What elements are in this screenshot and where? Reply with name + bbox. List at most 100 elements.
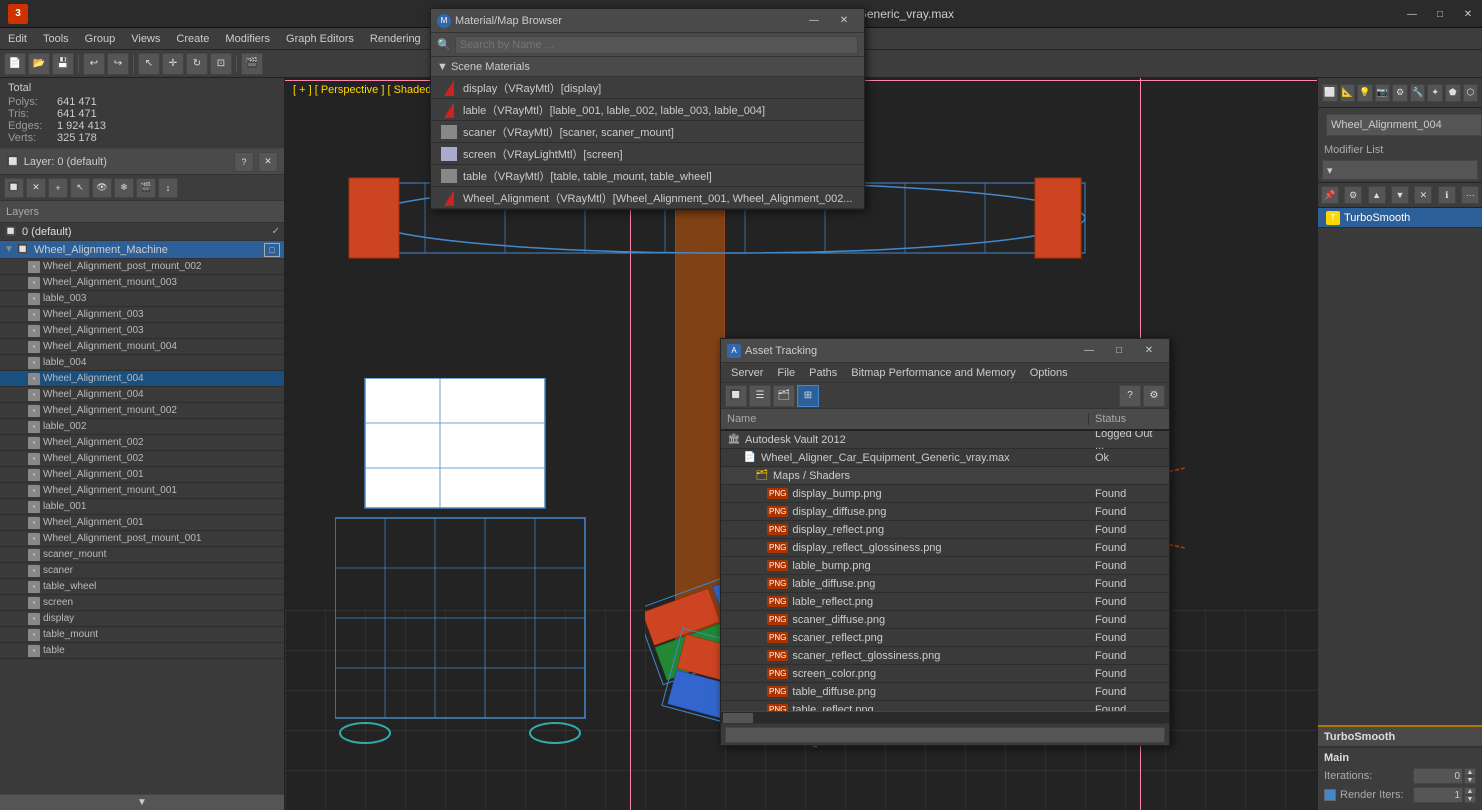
menu-graph-editors[interactable]: Graph Editors	[278, 31, 362, 47]
asset-row-file-9[interactable]: PNG scaner_reflect_glossiness.png Found	[721, 647, 1169, 665]
maximize-button[interactable]: □	[1426, 0, 1454, 28]
layer-tool-add[interactable]: 🔲	[4, 178, 24, 198]
close-button[interactable]: ✕	[1454, 0, 1482, 28]
mat-item-2[interactable]: scaner（VRayMtl）[scaner, scaner_mount]	[431, 121, 864, 143]
menu-modifiers[interactable]: Modifiers	[217, 31, 278, 47]
asset-row-file-3[interactable]: PNG display_reflect_glossiness.png Found	[721, 539, 1169, 557]
render-iters-checkbox[interactable]	[1324, 789, 1336, 801]
layer-tool-render[interactable]: 🎬	[136, 178, 156, 198]
iterations-up[interactable]: ▲	[1464, 768, 1476, 776]
mod-down[interactable]: ▼	[1391, 186, 1409, 204]
mat-item-5[interactable]: Wheel_Alignment（VRayMtl）[Wheel_Alignment…	[431, 187, 864, 209]
asset-row-file-1[interactable]: PNG display_diffuse.png Found	[721, 503, 1169, 521]
asset-row-maps[interactable]: 🗂 Maps / Shaders	[721, 467, 1169, 485]
asset-path-input[interactable]	[725, 727, 1165, 743]
iterations-down[interactable]: ▼	[1464, 776, 1476, 784]
obj-item-16[interactable]: ▪ Wheel_Alignment_001	[0, 515, 284, 531]
asset-tool-settings[interactable]: ⚙	[1143, 385, 1165, 407]
asset-row-file-0[interactable]: PNG display_bump.png Found	[721, 485, 1169, 503]
asset-tool-1[interactable]: 🔲	[725, 385, 747, 407]
asset-menu-options[interactable]: Options	[1024, 366, 1074, 380]
menu-rendering[interactable]: Rendering	[362, 31, 429, 47]
obj-item-4[interactable]: ▪ Wheel_Alignment_003	[0, 323, 284, 339]
toolbar-undo[interactable]: ↩	[83, 53, 105, 75]
mod-info[interactable]: ℹ	[1438, 186, 1456, 204]
obj-item-9[interactable]: ▪ Wheel_Alignment_mount_002	[0, 403, 284, 419]
right-tool-3[interactable]: 💡	[1357, 84, 1373, 102]
toolbar-open[interactable]: 📂	[28, 53, 50, 75]
mat-item-4[interactable]: table（VRayMtl）[table, table_mount, table…	[431, 165, 864, 187]
right-tool-9[interactable]: ⬡	[1463, 84, 1479, 102]
obj-item-6[interactable]: ▪ lable_004	[0, 355, 284, 371]
obj-item-18[interactable]: ▪ scaner_mount	[0, 547, 284, 563]
menu-views[interactable]: Views	[123, 31, 168, 47]
asset-tool-3[interactable]: 🗂	[773, 385, 795, 407]
asset-list[interactable]: 🏛 Autodesk Vault 2012 Logged Out ... 📄 W…	[721, 431, 1169, 711]
toolbar-select[interactable]: ↖	[138, 53, 160, 75]
right-tool-6[interactable]: 🔧	[1410, 84, 1426, 102]
asset-maximize[interactable]: □	[1105, 337, 1133, 365]
toolbar-rotate[interactable]: ↻	[186, 53, 208, 75]
object-name-field[interactable]	[1326, 114, 1482, 136]
asset-tool-4[interactable]: ⊞	[797, 385, 819, 407]
toolbar-redo[interactable]: ↪	[107, 53, 129, 75]
obj-item-22[interactable]: ▪ display	[0, 611, 284, 627]
mod-cfg[interactable]: ⚙	[1344, 186, 1362, 204]
layer-close-btn[interactable]: ✕	[258, 152, 278, 172]
material-minimize[interactable]: —	[800, 7, 828, 35]
toolbar-new[interactable]: 📄	[4, 53, 26, 75]
asset-tool-2[interactable]: ☰	[749, 385, 771, 407]
obj-item-17[interactable]: ▪ Wheel_Alignment_post_mount_001	[0, 531, 284, 547]
material-close[interactable]: ✕	[830, 7, 858, 35]
mod-pin[interactable]: 📌	[1321, 186, 1339, 204]
obj-item-10[interactable]: ▪ lable_002	[0, 419, 284, 435]
obj-item-3[interactable]: ▪ Wheel_Alignment_003	[0, 307, 284, 323]
obj-item-11[interactable]: ▪ Wheel_Alignment_002	[0, 435, 284, 451]
asset-row-file-5[interactable]: PNG lable_diffuse.png Found	[721, 575, 1169, 593]
layer-tool-plus[interactable]: +	[48, 178, 68, 198]
mod-up[interactable]: ▲	[1368, 186, 1386, 204]
material-search-input[interactable]	[455, 36, 858, 54]
asset-minimize[interactable]: —	[1075, 337, 1103, 365]
asset-hscroll-thumb[interactable]	[723, 713, 753, 723]
asset-row-file-8[interactable]: PNG scaner_reflect.png Found	[721, 629, 1169, 647]
layer-copy-btn[interactable]: □	[264, 243, 280, 257]
mat-item-0[interactable]: display（VRayMtl）[display]	[431, 77, 864, 99]
layer-list[interactable]: 🔲 0 (default) ✓ ▼ 🔲 Wheel_Alignment_Mach…	[0, 223, 284, 794]
asset-row-file-7[interactable]: PNG scaner_diffuse.png Found	[721, 611, 1169, 629]
layer-tool-delete[interactable]: ✕	[26, 178, 46, 198]
render-iters-up[interactable]: ▲	[1464, 787, 1476, 795]
menu-create[interactable]: Create	[168, 31, 217, 47]
asset-menu-paths[interactable]: Paths	[803, 366, 843, 380]
obj-item-0[interactable]: ▪ Wheel_Alignment_post_mount_002	[0, 259, 284, 275]
asset-menu-server[interactable]: Server	[725, 366, 769, 380]
layer-tool-select[interactable]: ↖	[70, 178, 90, 198]
asset-menu-bitmap[interactable]: Bitmap Performance and Memory	[845, 366, 1021, 380]
right-tool-7[interactable]: ✦	[1427, 84, 1443, 102]
modifier-dropdown[interactable]: ▾	[1322, 160, 1478, 180]
toolbar-move[interactable]: ✛	[162, 53, 184, 75]
mat-item-1[interactable]: lable（VRayMtl）[lable_001, lable_002, lab…	[431, 99, 864, 121]
right-tool-4[interactable]: 📷	[1375, 84, 1391, 102]
right-tool-1[interactable]: ⬜	[1322, 84, 1338, 102]
asset-menu-file[interactable]: File	[771, 366, 801, 380]
obj-item-23[interactable]: ▪ table_mount	[0, 627, 284, 643]
minimize-button[interactable]: —	[1398, 0, 1426, 28]
asset-row-file-10[interactable]: PNG screen_color.png Found	[721, 665, 1169, 683]
obj-item-5[interactable]: ▪ Wheel_Alignment_mount_004	[0, 339, 284, 355]
mat-item-3[interactable]: screen（VRayLightMtl）[screen]	[431, 143, 864, 165]
render-iters-down[interactable]: ▼	[1464, 795, 1476, 803]
obj-item-2[interactable]: ▪ lable_003	[0, 291, 284, 307]
asset-close[interactable]: ✕	[1135, 337, 1163, 365]
obj-item-19[interactable]: ▪ scaner	[0, 563, 284, 579]
asset-row-maxfile[interactable]: 📄 Wheel_Aligner_Car_Equipment_Generic_vr…	[721, 449, 1169, 467]
layer-tool-freeze[interactable]: ❄	[114, 178, 134, 198]
render-iters-value[interactable]: 1	[1413, 787, 1463, 803]
menu-group[interactable]: Group	[77, 31, 124, 47]
mod-extra[interactable]: ⋯	[1461, 186, 1479, 204]
layer-help-btn[interactable]: ?	[234, 152, 254, 172]
obj-item-15[interactable]: ▪ lable_001	[0, 499, 284, 515]
asset-hscrollbar[interactable]	[721, 711, 1169, 723]
obj-item-8[interactable]: ▪ Wheel_Alignment_004	[0, 387, 284, 403]
obj-item-1[interactable]: ▪ Wheel_Alignment_mount_003	[0, 275, 284, 291]
